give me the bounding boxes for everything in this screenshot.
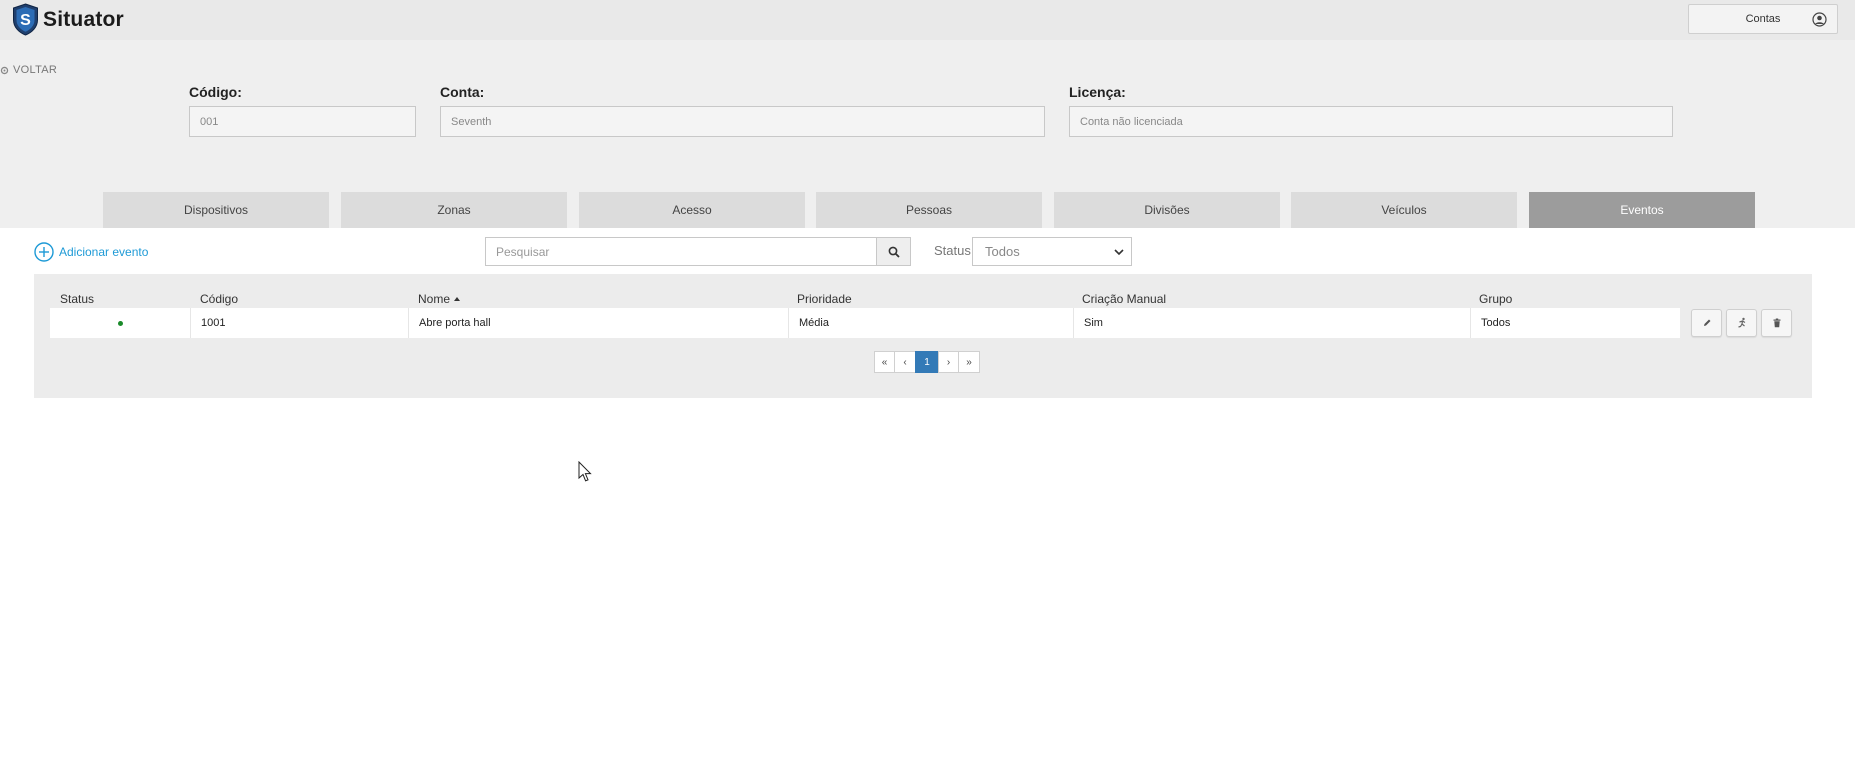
status-filter-select[interactable]: Todos <box>972 237 1132 266</box>
row-group: Todos <box>1470 308 1680 338</box>
back-label: VOLTAR <box>13 64 58 76</box>
search-input[interactable] <box>485 237 877 266</box>
code-field[interactable] <box>189 106 416 137</box>
trash-icon <box>1773 318 1780 328</box>
tab-divisoes[interactable]: Divisões <box>1054 192 1280 228</box>
header-name[interactable]: Nome <box>418 292 461 306</box>
table-row[interactable]: 1001 Abre porta hall Média Sim Todos <box>50 308 1680 338</box>
app-title: Situator <box>43 7 124 31</box>
pagination-first[interactable]: « <box>874 351 895 373</box>
pagination-last[interactable]: » <box>958 351 980 373</box>
tab-zonas[interactable]: Zonas <box>341 192 567 228</box>
accounts-button[interactable]: Contas <box>1688 4 1838 34</box>
plus-circle-icon <box>34 242 54 262</box>
edit-button[interactable] <box>1691 309 1722 337</box>
row-name: Abre porta hall <box>408 308 788 338</box>
tab-veiculos[interactable]: Veículos <box>1291 192 1517 228</box>
add-event-button[interactable]: Adicionar evento <box>34 242 148 262</box>
account-label: Conta: <box>440 84 485 100</box>
search-button[interactable] <box>876 237 911 266</box>
delete-button[interactable] <box>1761 309 1792 337</box>
add-event-label: Adicionar evento <box>59 245 149 259</box>
header-code[interactable]: Código <box>200 292 238 306</box>
mouse-cursor-icon <box>578 461 592 482</box>
header-priority[interactable]: Prioridade <box>797 292 852 306</box>
tab-acesso[interactable]: Acesso <box>579 192 805 228</box>
gear-icon <box>0 66 9 74</box>
sort-asc-icon <box>454 297 461 301</box>
license-label: Licença: <box>1069 84 1126 100</box>
code-label: Código: <box>189 84 242 100</box>
top-bar: S Situator Contas <box>0 0 1855 41</box>
row-code: 1001 <box>190 308 408 338</box>
tab-pessoas[interactable]: Pessoas <box>816 192 1042 228</box>
chevron-down-icon <box>1114 249 1124 256</box>
pagination-prev[interactable]: ‹ <box>894 351 916 373</box>
app-logo[interactable]: S Situator <box>12 3 124 36</box>
header-group[interactable]: Grupo <box>1479 292 1512 306</box>
accounts-label: Contas <box>1745 13 1781 25</box>
row-manual: Sim <box>1073 308 1470 338</box>
svg-text:S: S <box>20 12 31 29</box>
user-circle-icon <box>1812 12 1827 27</box>
pencil-icon <box>1703 319 1710 326</box>
pagination-next[interactable]: › <box>938 351 959 373</box>
tab-dispositivos[interactable]: Dispositivos <box>103 192 329 228</box>
account-field[interactable] <box>440 106 1045 137</box>
search-icon <box>888 246 900 258</box>
license-field[interactable] <box>1069 106 1673 137</box>
row-priority: Média <box>788 308 1073 338</box>
tab-eventos[interactable]: Eventos <box>1529 192 1755 228</box>
pagination-current[interactable]: 1 <box>915 351 939 373</box>
status-filter-label: Status <box>934 243 971 258</box>
shield-logo-icon: S <box>13 3 38 36</box>
header-status[interactable]: Status <box>60 292 94 306</box>
status-filter-value: Todos <box>985 244 1020 259</box>
run-event-button[interactable] <box>1726 309 1757 337</box>
status-dot <box>117 320 123 326</box>
row-status <box>50 308 190 338</box>
run-icon <box>1737 317 1745 328</box>
header-name-label: Nome <box>418 292 451 306</box>
back-link[interactable]: VOLTAR <box>0 64 57 76</box>
header-manual[interactable]: Criação Manual <box>1082 292 1166 306</box>
